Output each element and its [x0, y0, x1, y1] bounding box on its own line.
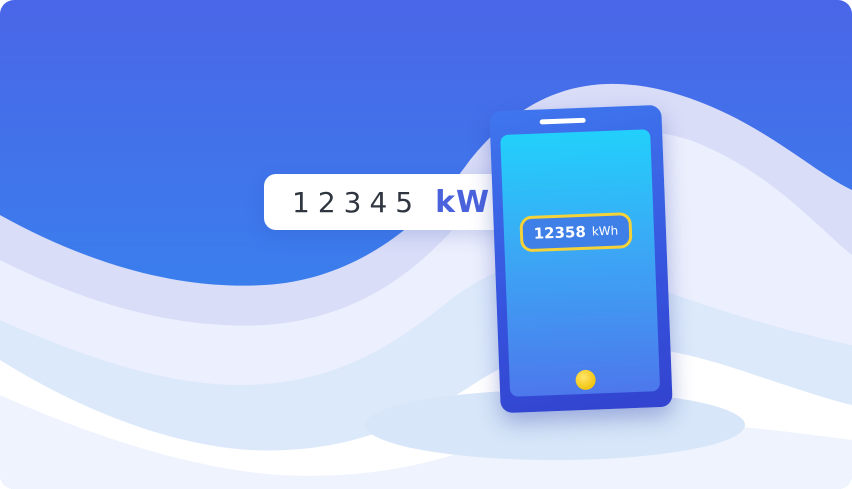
hero-illustration: 12345 kW 12358 kWh	[0, 0, 852, 489]
phone-screen: 12358 kWh	[500, 129, 661, 397]
reading-value: 12358	[533, 222, 587, 243]
meter-digits: 12345	[292, 185, 422, 219]
home-button	[575, 369, 597, 391]
reading-unit: kWh	[591, 223, 619, 239]
meter-reading-card: 12345 kW	[264, 174, 514, 230]
reading-badge: 12358 kWh	[519, 212, 633, 253]
smartphone: 12358 kWh	[489, 104, 673, 414]
background-waves	[0, 0, 852, 489]
meter-unit: kW	[435, 184, 491, 220]
